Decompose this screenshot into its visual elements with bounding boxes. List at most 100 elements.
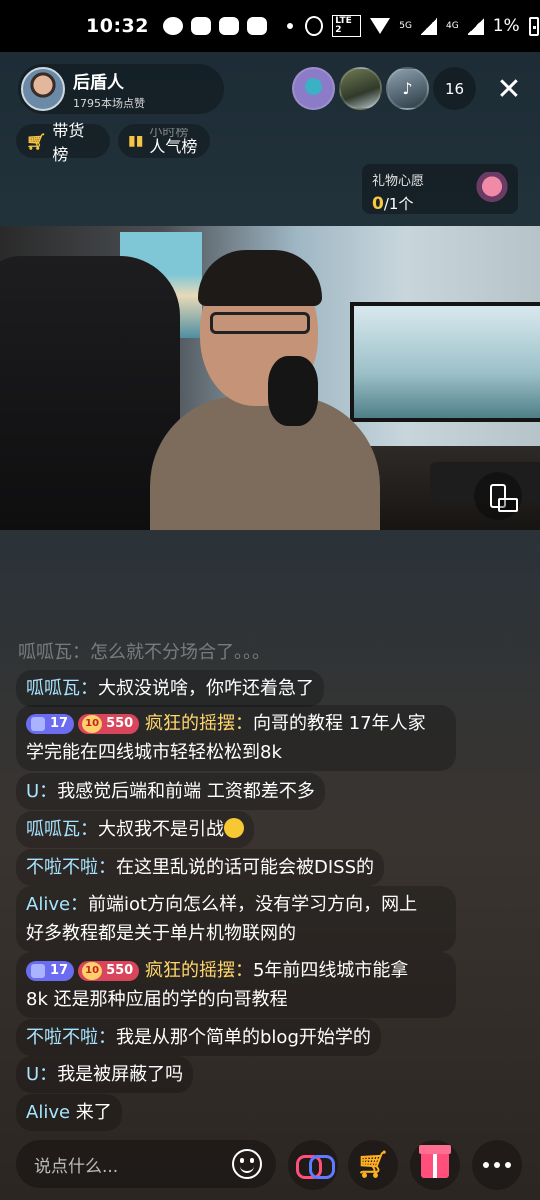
- emoji-icon[interactable]: [232, 1149, 262, 1179]
- gift-wish-current: 0: [372, 194, 384, 214]
- chat-username: 不啦不啦：: [26, 857, 116, 878]
- fan-club-badge: 550: [78, 714, 140, 734]
- chat-username: 呱呱瓦：: [26, 819, 98, 840]
- chat-message[interactable]: 17550 疯狂的摇摆：向哥的教程 17年人家 学完能在四线城市轻轻松松到8k: [16, 705, 456, 771]
- network-5g: 5G: [399, 21, 412, 31]
- message-icon: [162, 17, 183, 35]
- wechat-icon: [190, 17, 211, 35]
- viewer-count[interactable]: 16: [433, 67, 476, 110]
- popularity-ranking-button[interactable]: ▮▮ 小时榜 人气榜: [118, 124, 210, 158]
- chat-message[interactable]: U：我感觉后端和前端 工资都差不多: [16, 773, 325, 810]
- host-likes: 1795本场点赞: [73, 96, 145, 110]
- cart-icon: 🛒︎: [356, 1150, 390, 1180]
- chat-username: 疯狂的摇摆：: [144, 960, 253, 981]
- chat-message[interactable]: Alive：前端iot方向怎么样，没有学习方向，网上 好多教程都是关于单片机物联…: [16, 886, 456, 952]
- viewer-avatar[interactable]: [292, 67, 335, 110]
- carousel-gift-icon: [474, 172, 510, 208]
- chat-username: U：: [26, 781, 58, 802]
- viewer-avatar[interactable]: ♪: [386, 67, 429, 110]
- chat-username: Alive：: [26, 894, 89, 915]
- chat-text: 我感觉后端和前端 工资都差不多: [57, 781, 315, 802]
- status-bar: 10:32 LTE 2 5G 4G 1%: [0, 0, 540, 52]
- signal-icon: [420, 17, 437, 35]
- chat-faded-message: 呱呱瓦：怎么就不分场合了。。。: [18, 642, 270, 660]
- link-icon: [296, 1155, 335, 1179]
- chat-message[interactable]: U：我是被屏蔽了吗: [16, 1056, 194, 1093]
- chat-message[interactable]: 17550 疯狂的摇摆：5年前四线城市能拿 8k 还是那种应届的学的向哥教程: [16, 952, 456, 1018]
- network-4g: 4G: [446, 21, 459, 31]
- microphone: [268, 356, 318, 426]
- fan-club-badge: 550: [78, 961, 140, 981]
- goods-ranking-button[interactable]: 🛒︎ 带货榜: [16, 121, 110, 164]
- host-card[interactable]: 后盾人 1795本场点赞: [18, 64, 224, 114]
- user-level-badge: 17: [26, 714, 75, 734]
- live-video[interactable]: [0, 226, 540, 530]
- gift-wish-card[interactable]: 礼物心愿 0/1个: [362, 164, 518, 214]
- user-level-badge: 17: [26, 961, 75, 981]
- chat-text-continued: 好多教程都是关于单片机物联网的: [26, 923, 296, 944]
- more-notifications-icon: [286, 23, 293, 29]
- gift-icon: [419, 1145, 451, 1178]
- streamer-glasses: [210, 312, 310, 334]
- wechat-icon: [246, 17, 267, 35]
- chat-message[interactable]: 不啦不啦：在这里乱说的话可能会被DISS的: [16, 849, 385, 886]
- chat-text-continued: 8k 还是那种应届的学的向哥教程: [26, 989, 288, 1010]
- battery-percent: 1%: [492, 16, 520, 36]
- chat-username: U：: [26, 1064, 58, 1085]
- chat-text: 向哥的教程 17年人家: [252, 713, 426, 734]
- host-info: 后盾人 1795本场点赞: [73, 68, 145, 111]
- chat-username: Alive: [26, 1102, 71, 1123]
- host-name: 后盾人: [73, 72, 124, 93]
- alarm-icon: [304, 16, 324, 36]
- tiktok-icon: ♪: [402, 79, 413, 98]
- chat-message[interactable]: 呱呱瓦：大叔没说啥，你咋还着急了: [16, 670, 324, 707]
- status-right: LTE 2 5G 4G 1%: [304, 15, 539, 37]
- chat-text: 来了: [70, 1102, 112, 1123]
- chat-username: 呱呱瓦：: [26, 678, 98, 699]
- cart-icon: 🛒︎: [26, 131, 47, 151]
- goods-ranking-label: 带货榜: [52, 121, 85, 164]
- popularity-ranking-label: 人气榜: [149, 136, 198, 156]
- chat-text: 我是被屏蔽了吗: [57, 1064, 184, 1085]
- close-button[interactable]: ✕: [490, 70, 528, 108]
- viewer-list: ♪ 16: [292, 67, 476, 110]
- chat-text: 我是从那个简单的blog开始学的: [116, 1027, 371, 1048]
- chat-username: 不啦不啦：: [26, 1027, 116, 1048]
- chat-join-message[interactable]: Alive 来了: [16, 1094, 122, 1131]
- shopping-cart-button[interactable]: 🛒︎: [348, 1140, 398, 1190]
- more-icon: [483, 1162, 511, 1168]
- chat-message[interactable]: 不啦不啦：我是从那个简单的blog开始学的: [16, 1019, 381, 1056]
- chat-message[interactable]: 呱呱瓦：大叔我不是引战: [16, 811, 254, 848]
- streamer-body: [150, 396, 380, 530]
- wifi-icon: [370, 18, 391, 34]
- chat-text-continued: 学完能在四线城市轻轻松松到8k: [26, 742, 282, 763]
- chat-text: 大叔我不是引战: [98, 819, 224, 840]
- crying-laughing-emoji-icon: [224, 818, 244, 838]
- more-button[interactable]: [472, 1140, 522, 1190]
- wechat-icon: [218, 17, 239, 35]
- rotate-icon: [490, 484, 518, 512]
- hourly-ranking-label: 小时榜: [149, 127, 189, 138]
- chat-text: 大叔没说啥，你咋还着急了: [98, 678, 314, 699]
- notification-icons: [162, 17, 305, 35]
- monitor: [350, 302, 540, 422]
- streamer-hair: [198, 250, 322, 306]
- chat-text: 5年前四线城市能拿: [252, 960, 409, 981]
- rotate-screen-button[interactable]: [474, 472, 522, 520]
- comment-input[interactable]: 说点什么...: [16, 1140, 276, 1188]
- signal-icon: [467, 17, 484, 35]
- gift-wish-total: /1个: [383, 195, 414, 213]
- comment-input-placeholder: 说点什么...: [34, 1156, 119, 1177]
- volte-icon: LTE 2: [332, 15, 362, 37]
- chat-text: 前端iot方向怎么样，没有学习方向，网上: [88, 894, 418, 915]
- bar-chart-icon: ▮▮: [128, 133, 144, 149]
- close-icon: ✕: [496, 71, 522, 107]
- host-avatar[interactable]: [21, 67, 65, 111]
- chat-text: 在这里乱说的话可能会被DISS的: [116, 857, 375, 878]
- battery-icon: [528, 16, 539, 36]
- gift-button[interactable]: [410, 1140, 460, 1190]
- status-time: 10:32: [86, 15, 149, 37]
- link-mic-button[interactable]: [288, 1140, 338, 1190]
- viewer-avatar[interactable]: [339, 67, 382, 110]
- popularity-label-stack: 小时榜 人气榜: [149, 128, 197, 155]
